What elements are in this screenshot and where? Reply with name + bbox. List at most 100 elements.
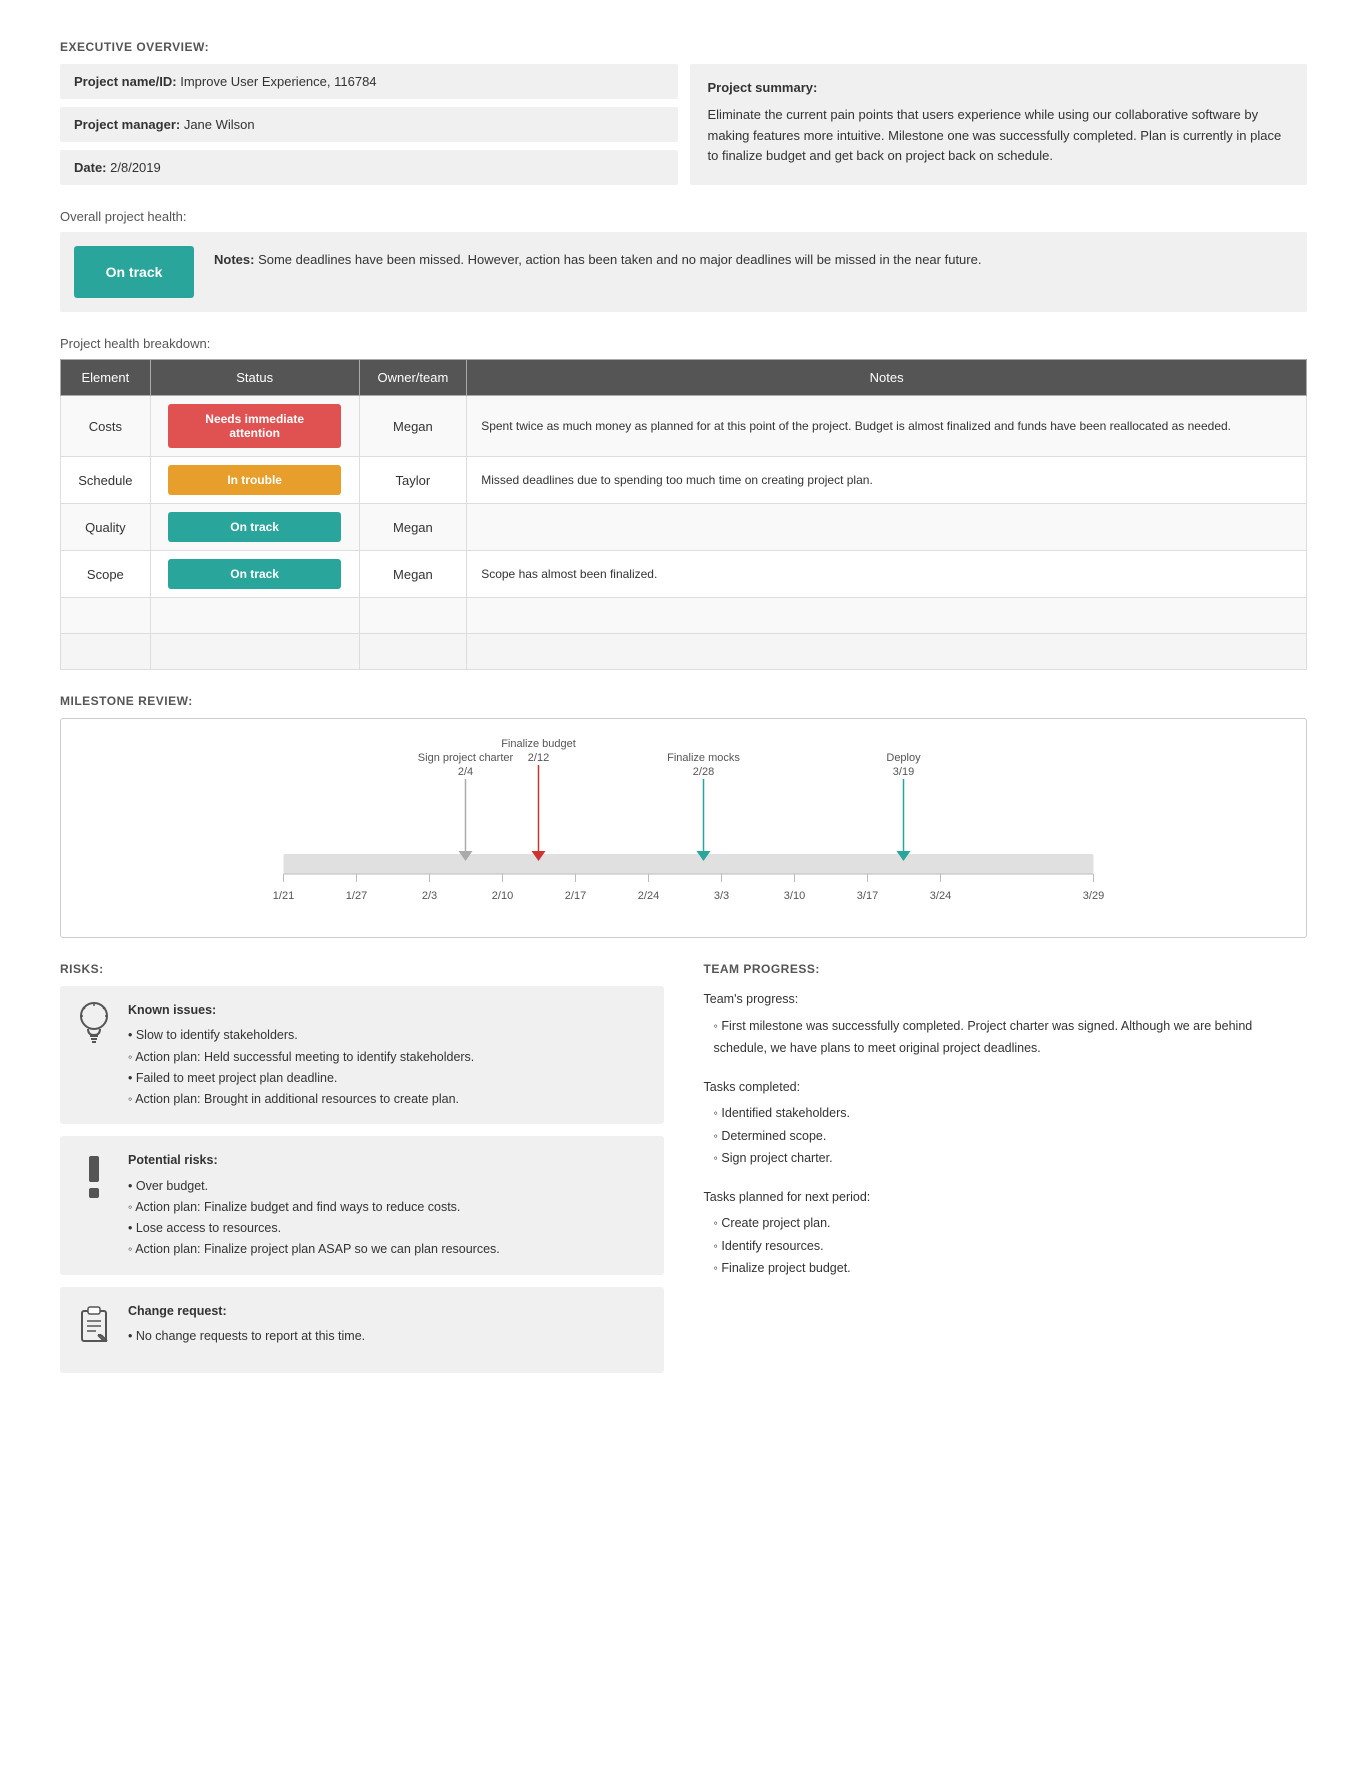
list-item: • Failed to meet project plan deadline. bbox=[128, 1068, 474, 1089]
executive-overview-section: EXECUTIVE OVERVIEW: Project name/ID: Imp… bbox=[60, 40, 1307, 185]
tasks-planned-label: Tasks planned for next period: bbox=[704, 1186, 1308, 1209]
svg-text:Sign project charter: Sign project charter bbox=[418, 752, 514, 764]
change-request-content: Change request: • No change requests to … bbox=[128, 1301, 365, 1348]
health-row: On track Notes: Some deadlines have been… bbox=[60, 232, 1307, 312]
project-name-value: Improve User Experience, 116784 bbox=[180, 74, 376, 89]
manager-value: Jane Wilson bbox=[184, 117, 255, 132]
known-issues-title: Known issues: bbox=[128, 1000, 474, 1021]
svg-text:2/3: 2/3 bbox=[422, 890, 437, 902]
exec-overview-title: EXECUTIVE OVERVIEW: bbox=[60, 40, 1307, 54]
svg-text:2/24: 2/24 bbox=[638, 890, 659, 902]
manager-label: Project manager: bbox=[74, 117, 180, 132]
clipboard-icon bbox=[74, 1301, 114, 1359]
tasks-completed-label: Tasks completed: bbox=[704, 1076, 1308, 1099]
team-content: Team's progress: First milestone was suc… bbox=[704, 988, 1308, 1280]
milestone-title: MILESTONE REVIEW: bbox=[60, 694, 1307, 708]
col-notes: Notes bbox=[467, 360, 1307, 396]
svg-text:2/28: 2/28 bbox=[693, 766, 714, 778]
team-progress-list: First milestone was successfully complet… bbox=[704, 1015, 1308, 1060]
svg-text:3/3: 3/3 bbox=[714, 890, 729, 902]
svg-text:2/4: 2/4 bbox=[458, 766, 473, 778]
date-value: 2/8/2019 bbox=[110, 160, 161, 175]
status-badge: On track bbox=[168, 512, 341, 542]
col-status: Status bbox=[150, 360, 359, 396]
table-row: Schedule bbox=[61, 457, 151, 504]
list-item: ◦ Action plan: Held successful meeting t… bbox=[128, 1047, 474, 1068]
list-item: ◦ Action plan: Finalize project plan ASA… bbox=[128, 1239, 500, 1260]
notes-text: Some deadlines have been missed. However… bbox=[258, 252, 981, 267]
tasks-planned-list: Create project plan.Identify resources.F… bbox=[704, 1212, 1308, 1280]
lightbulb-icon bbox=[74, 1000, 114, 1058]
svg-text:1/27: 1/27 bbox=[346, 890, 367, 902]
overall-health-label: Overall project health: bbox=[60, 209, 1307, 224]
risks-title: RISKS: bbox=[60, 962, 664, 976]
tasks-completed-list: Identified stakeholders.Determined scope… bbox=[704, 1102, 1308, 1170]
list-item: • No change requests to report at this t… bbox=[128, 1326, 365, 1347]
status-badge: On track bbox=[168, 559, 341, 589]
known-issues-content: Known issues: • Slow to identify stakeho… bbox=[128, 1000, 474, 1110]
list-item: ◦ Action plan: Finalize budget and find … bbox=[128, 1197, 500, 1218]
overall-status-badge: On track bbox=[74, 246, 194, 298]
list-item: • Slow to identify stakeholders. bbox=[128, 1025, 474, 1046]
col-owner: Owner/team bbox=[359, 360, 467, 396]
date-label: Date: bbox=[74, 160, 107, 175]
bottom-section: RISKS: Known issues: • Slow t bbox=[60, 962, 1307, 1385]
list-item: Identified stakeholders. bbox=[714, 1102, 1308, 1125]
svg-text:3/19: 3/19 bbox=[893, 766, 914, 778]
breakdown-table: Element Status Owner/team Notes Costs Ne… bbox=[60, 359, 1307, 670]
potential-risks-item: Potential risks: • Over budget. ◦ Action… bbox=[60, 1136, 664, 1274]
exec-grid: Project name/ID: Improve User Experience… bbox=[60, 64, 1307, 185]
risks-section: RISKS: Known issues: • Slow t bbox=[60, 962, 664, 1385]
known-issues-item: Known issues: • Slow to identify stakeho… bbox=[60, 986, 664, 1124]
table-row: Costs bbox=[61, 396, 151, 457]
date-box: Date: 2/8/2019 bbox=[60, 150, 678, 185]
status-badge: In trouble bbox=[168, 465, 341, 495]
list-item: • Lose access to resources. bbox=[128, 1218, 500, 1239]
change-request-title: Change request: bbox=[128, 1301, 365, 1322]
potential-risks-title: Potential risks: bbox=[128, 1150, 500, 1171]
health-notes: Notes: Some deadlines have been missed. … bbox=[214, 246, 981, 271]
project-name-box: Project name/ID: Improve User Experience… bbox=[60, 64, 678, 99]
svg-text:3/17: 3/17 bbox=[857, 890, 878, 902]
notes-label: Notes: bbox=[214, 252, 254, 267]
svg-text:2/17: 2/17 bbox=[565, 890, 586, 902]
list-item: Create project plan. bbox=[714, 1212, 1308, 1235]
svg-text:Finalize budget: Finalize budget bbox=[501, 739, 576, 750]
svg-text:2/10: 2/10 bbox=[492, 890, 513, 902]
list-item: Sign project charter. bbox=[714, 1147, 1308, 1170]
manager-box: Project manager: Jane Wilson bbox=[60, 107, 678, 142]
breakdown-section: Project health breakdown: Element Status… bbox=[60, 336, 1307, 670]
list-item: Identify resources. bbox=[714, 1235, 1308, 1258]
exclamation-icon bbox=[74, 1150, 114, 1208]
breakdown-label: Project health breakdown: bbox=[60, 336, 1307, 351]
exec-summary-box: Project summary: Eliminate the current p… bbox=[690, 64, 1308, 185]
status-badge: Needs immediate attention bbox=[168, 404, 341, 448]
team-progress-label: Team's progress: bbox=[704, 988, 1308, 1011]
team-title: TEAM PROGRESS: bbox=[704, 962, 1308, 976]
project-name-label: Project name/ID: bbox=[74, 74, 177, 89]
svg-text:Deploy: Deploy bbox=[886, 752, 921, 764]
col-element: Element bbox=[61, 360, 151, 396]
list-item: • Over budget. bbox=[128, 1176, 500, 1197]
milestone-svg: 1/21 1/27 2/3 2/10 2/17 2/24 3/3 3/10 3/… bbox=[77, 739, 1290, 929]
table-row: Scope bbox=[61, 551, 151, 598]
table-row: Quality bbox=[61, 504, 151, 551]
svg-text:3/10: 3/10 bbox=[784, 890, 805, 902]
svg-text:Finalize mocks: Finalize mocks bbox=[667, 752, 740, 764]
potential-risks-content: Potential risks: • Over budget. ◦ Action… bbox=[128, 1150, 500, 1260]
svg-text:3/24: 3/24 bbox=[930, 890, 951, 902]
exec-left: Project name/ID: Improve User Experience… bbox=[60, 64, 678, 185]
list-item: Finalize project budget. bbox=[714, 1257, 1308, 1280]
change-request-item: Change request: • No change requests to … bbox=[60, 1287, 664, 1373]
summary-text: Eliminate the current pain points that u… bbox=[708, 107, 1282, 164]
summary-label: Project summary: bbox=[708, 78, 1290, 99]
team-section: TEAM PROGRESS: Team's progress: First mi… bbox=[704, 962, 1308, 1385]
list-item: Determined scope. bbox=[714, 1125, 1308, 1148]
overall-health-section: Overall project health: On track Notes: … bbox=[60, 209, 1307, 312]
svg-text:1/21: 1/21 bbox=[273, 890, 294, 902]
svg-text:3/29: 3/29 bbox=[1083, 890, 1104, 902]
list-item: First milestone was successfully complet… bbox=[714, 1015, 1308, 1060]
list-item: ◦ Action plan: Brought in additional res… bbox=[128, 1089, 474, 1110]
milestone-chart: 1/21 1/27 2/3 2/10 2/17 2/24 3/3 3/10 3/… bbox=[60, 718, 1307, 938]
milestone-section: MILESTONE REVIEW: 1/21 1/27 2/3 2/10 2/1… bbox=[60, 694, 1307, 938]
